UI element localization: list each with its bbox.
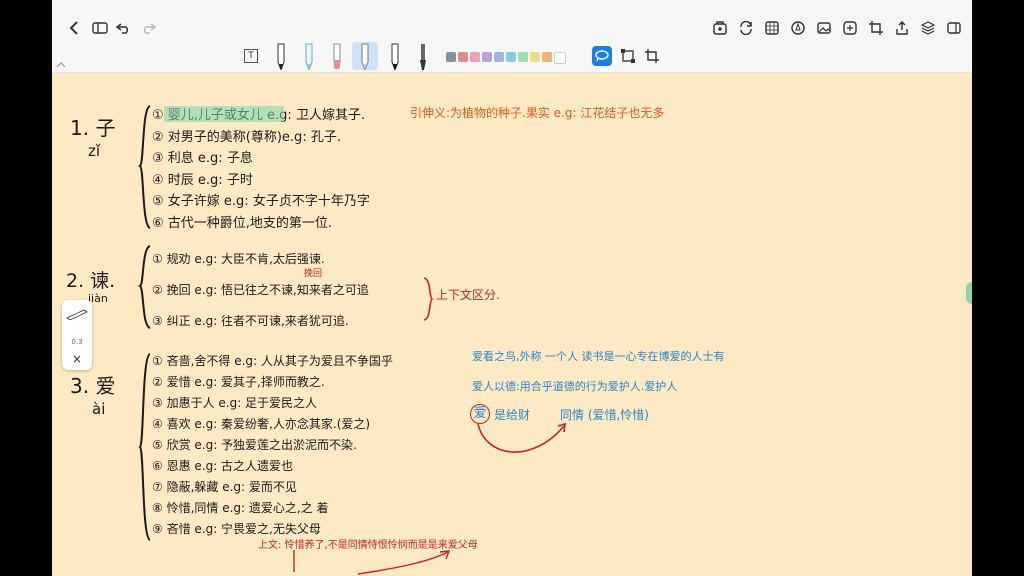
sidebar-icon[interactable]	[90, 18, 110, 38]
lasso-tool-icon[interactable]	[592, 46, 612, 66]
layers-icon[interactable]	[918, 18, 938, 38]
color-swatch[interactable]	[506, 52, 516, 62]
section-2-annotation: 挽回	[304, 269, 323, 279]
rotate-icon[interactable]	[736, 18, 756, 38]
pen-size-label: 0.3	[71, 338, 83, 346]
color-swatch[interactable]	[518, 52, 528, 62]
list-item: ⑤ 欣赏 e.g: 予独爱莲之出淤泥而不染.	[152, 438, 357, 452]
pen-size-panel[interactable]: 0.3 ×	[62, 300, 92, 370]
select-rect-icon[interactable]	[618, 46, 638, 66]
section-2-context-note: 上下文区分.	[436, 288, 500, 302]
list-item: ④ 喜欢 e.g: 秦爱纷奢,人亦念其家.(爱之)	[152, 417, 371, 431]
list-item: ② 对男子的美称(尊称)e.g: 孔子.	[152, 129, 341, 145]
color-swatch[interactable]	[458, 52, 468, 62]
section-3-note-1: 爱看之鸟,外称 一个人 读书是一心专在博爱的人士有	[472, 350, 725, 363]
pen-preview-icon	[66, 309, 88, 320]
eraser-tool-icon[interactable]	[328, 42, 346, 70]
color-swatch[interactable]	[470, 52, 480, 62]
grid-icon[interactable]	[762, 18, 782, 38]
list-item: ① 吝啬,舍不得 e.g: 人从其子为爱且不争国乎	[152, 354, 393, 368]
section-1-pinyin: zǐ	[88, 142, 101, 160]
bottom-arrow	[293, 550, 451, 575]
list-item: ⑦ 隐蔽,躲藏 e.g: 爱而不见	[152, 480, 297, 494]
list-item: ⑥ 古代一种爵位,地支的第一位.	[152, 215, 333, 231]
top-toolbar: T	[52, 0, 972, 73]
text-tool-label: T	[244, 49, 258, 63]
pencil-tool-icon[interactable]	[300, 42, 318, 70]
section-3-pinyin: ài	[92, 400, 106, 418]
section-3-number: 3. 爱	[70, 374, 116, 398]
collapse-chevron-icon[interactable]	[54, 60, 68, 70]
color-swatch[interactable]	[446, 52, 456, 62]
redo-icon[interactable]	[138, 18, 158, 38]
list-item: ⑨ 吝惜 e.g: 宁畏爱之,无失父母	[152, 522, 321, 536]
back-icon[interactable]	[64, 18, 84, 38]
list-item: ② 挽回 e.g: 悟已往之不谏,知来者之可追	[152, 283, 369, 297]
close-icon[interactable]: ×	[62, 352, 92, 366]
undo-icon[interactable]	[114, 18, 134, 38]
list-item: ③ 加惠于人 e.g: 足于爱民之人	[152, 396, 318, 410]
color-swatch[interactable]	[530, 52, 540, 62]
section-1-number: 1. 子	[70, 116, 116, 140]
list-item: ③ 纠正 e.g: 往者不可谏,来者犹可追.	[152, 314, 349, 328]
list-item: ① 规劝 e.g: 大臣不肯,太后强谏.	[152, 252, 325, 266]
color-swatch[interactable]	[554, 52, 566, 64]
list-item: ⑥ 恩惠 e.g: 古之人遗爱也	[152, 459, 294, 473]
reader-icon[interactable]	[944, 18, 964, 38]
section-2-number: 2. 谏.	[66, 270, 116, 292]
brush-tool-icon[interactable]	[414, 42, 432, 70]
section-1-brace	[138, 105, 151, 229]
highlighter-tool-icon[interactable]	[352, 42, 378, 70]
section-2-brace	[138, 245, 151, 329]
add-page-icon[interactable]	[710, 18, 730, 38]
color-swatch[interactable]	[542, 52, 552, 62]
marker-tool-icon[interactable]	[386, 42, 404, 70]
sticker-icon[interactable]	[840, 18, 860, 38]
share-icon[interactable]	[892, 18, 912, 38]
crop-tool-icon[interactable]	[642, 46, 662, 66]
section-2-right-brace	[423, 277, 434, 321]
section-1-extension: 引伸义:为植物的种子.果实 e.g: 江花结子也无多	[410, 106, 665, 120]
list-item: ② 爱惜 e.g: 爱其子,择师而教之.	[152, 375, 325, 389]
color-swatch[interactable]	[494, 52, 504, 62]
edge-handle[interactable]	[966, 282, 972, 304]
section-3-brace	[138, 353, 151, 541]
note-canvas[interactable]: T 1. 子 zǐ ① 卫人嫁其子. ② 对男子的美称(尊称)e.g: 孔子. …	[52, 0, 972, 576]
pen-tool-icon[interactable]	[272, 42, 290, 70]
section-3-arrow	[477, 422, 566, 453]
highlight-mark	[164, 106, 284, 122]
text-tool-icon[interactable]: T	[242, 46, 260, 66]
list-item: ⑤ 女子许嫁 e.g: 女子贞不字十年乃字	[152, 194, 370, 209]
list-item: ③ 利息 e.g: 子息	[152, 151, 253, 166]
crop-icon[interactable]	[866, 18, 886, 38]
pen-circle-icon[interactable]	[788, 18, 808, 38]
section-3-note-3b: 同情 (爱惜,怜惜)	[560, 408, 649, 422]
color-swatch[interactable]	[482, 52, 492, 62]
image-icon[interactable]	[814, 18, 834, 38]
list-item: ④ 时辰 e.g: 子时	[152, 172, 253, 188]
list-item: ⑧ 怜惜,同情 e.g: 遗爱心之,之 着	[152, 501, 329, 515]
section-3-note-2: 爱人以德:用合乎道德的行为爱护人.爱护人	[472, 380, 678, 393]
